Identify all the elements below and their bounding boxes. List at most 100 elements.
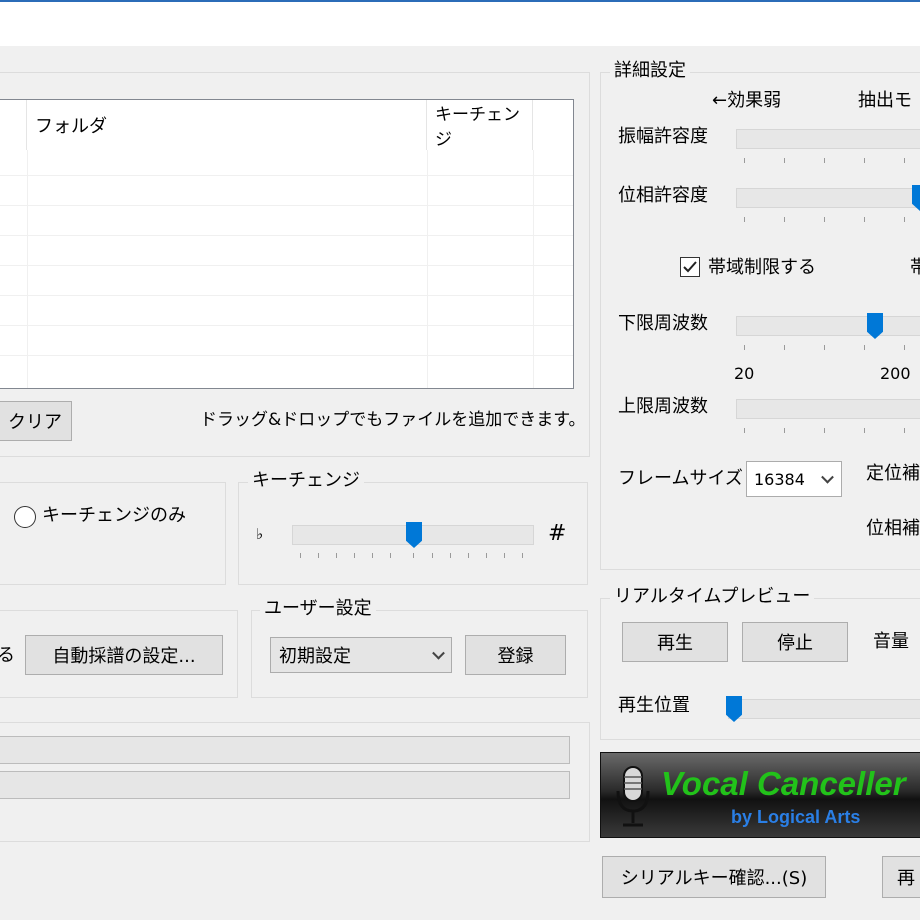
fixed-position-label: 定位補 (866, 463, 920, 484)
progress-bar-total (0, 736, 570, 764)
frame-size-value: 16384 (754, 469, 805, 489)
slider-tick (318, 553, 319, 558)
band-limit-label: 帯域制限する (708, 257, 816, 278)
column-header-blank[interactable] (0, 100, 27, 150)
slider-tick (744, 158, 745, 163)
chevron-down-icon (821, 470, 834, 484)
row-divider (0, 295, 573, 296)
lower-frequency-slider[interactable] (736, 316, 920, 336)
mode-group (0, 482, 226, 585)
slider-tick (354, 553, 355, 558)
user-settings-preset-select[interactable]: 初期設定 (270, 637, 452, 673)
amplitude-tolerance-slider[interactable] (736, 129, 920, 149)
drag-drop-hint: ドラッグ&ドロップでもファイルを追加できます。 (200, 410, 586, 430)
row-divider (0, 205, 573, 206)
column-divider (533, 150, 534, 388)
logo-title: Vocal Canceller (661, 765, 906, 802)
column-header-filler (533, 100, 573, 150)
column-header-key-change-label: キーチェンジ (435, 105, 520, 150)
partial-right-button[interactable]: 再 (882, 856, 920, 898)
slider-tick (784, 428, 785, 433)
file-list[interactable]: フォルダ キーチェンジ (0, 99, 574, 389)
frame-size-label: フレームサイズ (618, 468, 743, 489)
slider-tick (744, 217, 745, 222)
sharp-symbol: # (548, 521, 567, 546)
slider-tick (864, 158, 865, 163)
playback-position-slider[interactable] (728, 699, 920, 719)
phase-tolerance-label: 位相許容度 (618, 185, 708, 206)
slider-tick (413, 553, 414, 558)
register-button[interactable]: 登録 (465, 635, 566, 675)
slider-tick (372, 553, 373, 558)
slider-tick (504, 553, 505, 558)
window-title-bar (0, 0, 920, 46)
microphone-icon (616, 766, 650, 827)
upper-frequency-slider[interactable] (736, 399, 920, 419)
slider-tick (744, 428, 745, 433)
slider-tick (824, 345, 825, 350)
band-limit-checkbox[interactable]: 帯域制限する (680, 256, 840, 280)
extract-mode-label: 抽出モ (858, 90, 912, 111)
playback-position-label: 再生位置 (618, 695, 690, 716)
slider-tick (904, 345, 905, 350)
amplitude-tolerance-label: 振幅許容度 (618, 126, 708, 147)
volume-label: 音量 (873, 631, 909, 652)
lower-frequency-tick-20: 20 (734, 364, 755, 383)
play-button[interactable]: 再生 (622, 622, 728, 662)
key-change-only-label: キーチェンジのみ (42, 505, 186, 526)
slider-tick (784, 345, 785, 350)
column-header-key-change[interactable]: キーチェンジ (427, 100, 533, 150)
auto-transcribe-partial-label: る (0, 645, 15, 666)
row-divider (0, 355, 573, 356)
slider-tick (468, 553, 469, 558)
slider-tick (824, 158, 825, 163)
lower-frequency-label: 下限周波数 (618, 313, 708, 334)
row-divider (0, 265, 573, 266)
stop-button[interactable]: 停止 (742, 622, 848, 662)
column-header-folder[interactable]: フォルダ (27, 100, 427, 150)
slider-tick (904, 428, 905, 433)
slider-tick (486, 553, 487, 558)
upper-frequency-label: 上限周波数 (618, 396, 708, 417)
serial-key-button[interactable]: シリアルキー確認...(S) (602, 856, 826, 898)
slider-tick (522, 553, 523, 558)
effect-weak-label: ←効果弱 (712, 90, 782, 111)
detail-settings-title: 詳細設定 (610, 62, 690, 80)
progress-bar-current (0, 771, 570, 799)
flat-symbol: ♭ (256, 525, 264, 543)
vocal-canceller-logo: Vocal Canceller by Logical Arts (600, 752, 920, 838)
checkbox-checked-icon (680, 257, 700, 277)
clear-button[interactable]: クリア (0, 401, 72, 441)
band-partial-label: 帯 (910, 257, 920, 278)
slider-tick (744, 345, 745, 350)
slider-tick (864, 345, 865, 350)
slider-tick (904, 217, 905, 222)
slider-tick (864, 217, 865, 222)
radio-circle-icon (14, 506, 36, 528)
user-settings-preset-value: 初期設定 (279, 646, 351, 667)
phase-tolerance-slider[interactable] (736, 188, 920, 208)
lower-frequency-tick-200: 200 (880, 364, 911, 383)
column-divider (427, 150, 428, 388)
slider-tick (784, 158, 785, 163)
slider-tick (390, 553, 391, 558)
user-settings-title: ユーザー設定 (260, 600, 376, 618)
logo-subtitle: by Logical Arts (731, 807, 861, 827)
frame-size-select[interactable]: 16384 (746, 461, 842, 497)
slider-tick (824, 428, 825, 433)
phase-correction-label: 位相補 (866, 518, 920, 539)
chevron-down-icon (432, 646, 445, 660)
slider-tick (432, 553, 433, 558)
column-divider (27, 150, 28, 388)
slider-tick (300, 553, 301, 558)
row-divider (0, 325, 573, 326)
key-change-only-radio[interactable]: キーチェンジのみ (14, 505, 214, 529)
row-divider (0, 175, 573, 176)
slider-tick (784, 217, 785, 222)
slider-tick (904, 158, 905, 163)
slider-tick (450, 553, 451, 558)
row-divider (0, 235, 573, 236)
realtime-preview-title: リアルタイムプレビュー (610, 588, 815, 606)
auto-transcribe-settings-button[interactable]: 自動採譜の設定... (25, 635, 223, 675)
key-change-title: キーチェンジ (248, 472, 364, 490)
